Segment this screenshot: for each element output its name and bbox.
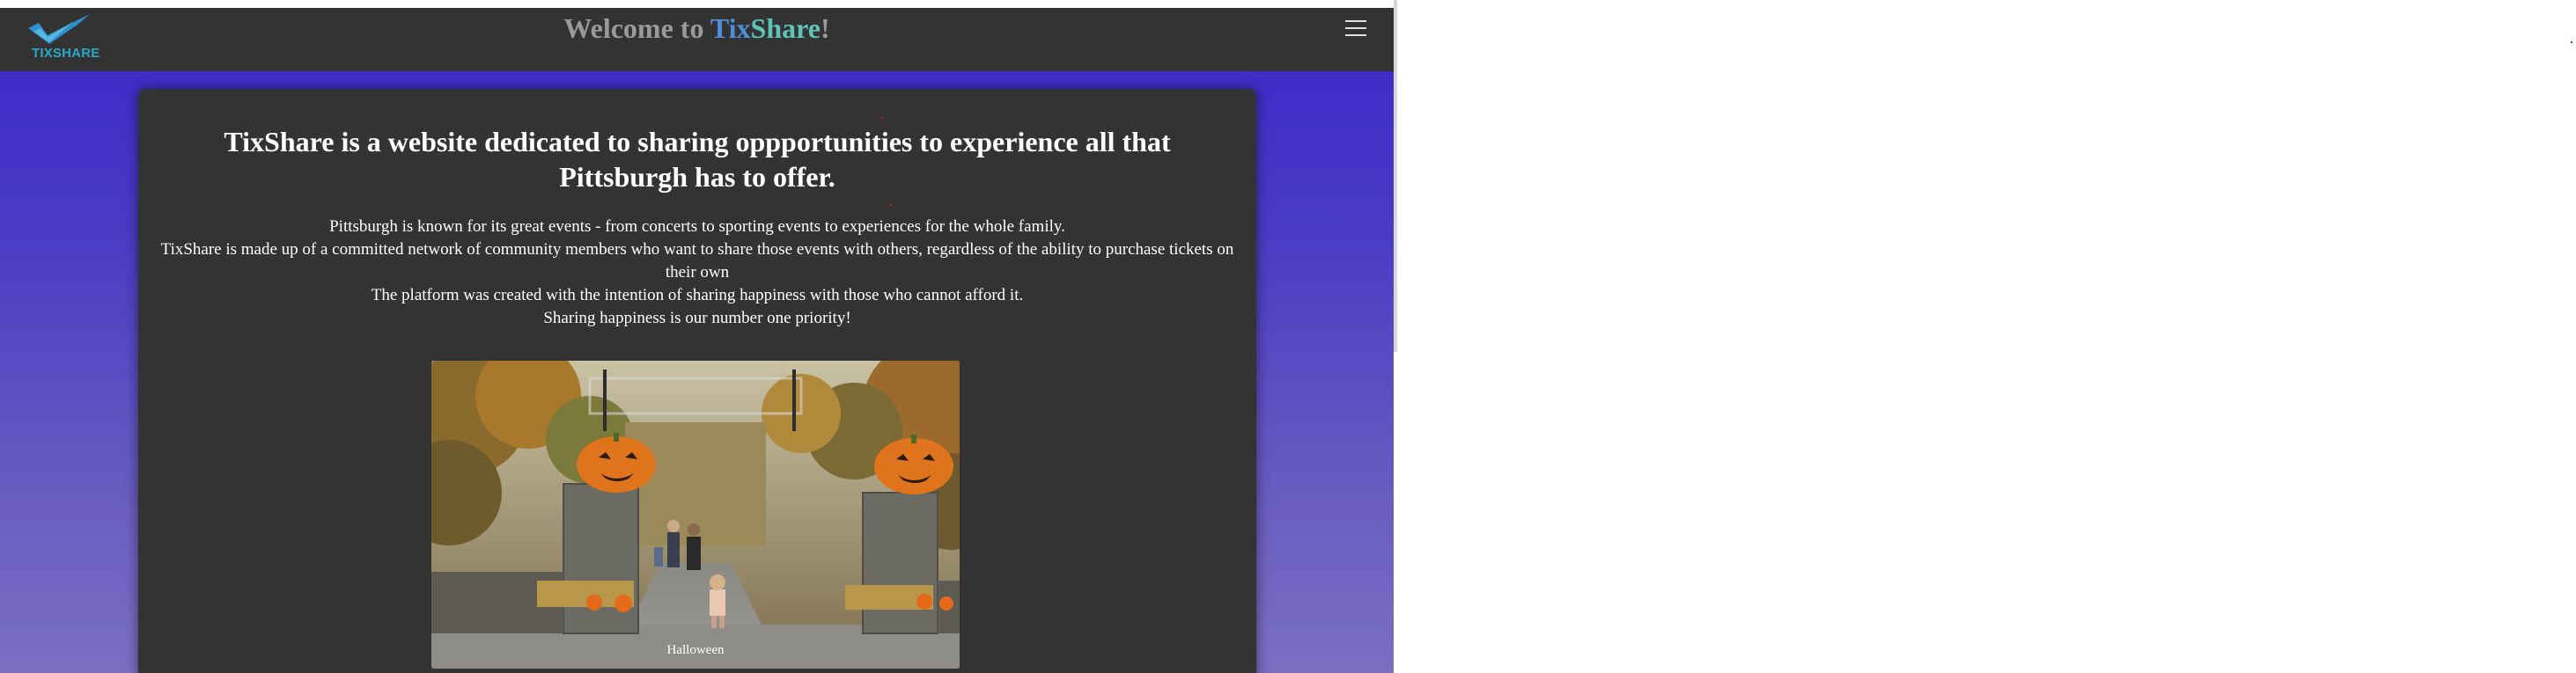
halloween-photo-illustration (431, 361, 960, 669)
paragraph-line: Pittsburgh is known for its great events… (329, 217, 1065, 236)
brand-tix: Tix (710, 12, 751, 44)
page-title: Welcome to TixShare! (0, 10, 1394, 47)
headline: TixShare is a website dedicated to shari… (224, 126, 1171, 193)
content-card: TixShare is a website dedicated to shari… (138, 89, 1256, 673)
welcome-prefix: Welcome to (563, 12, 710, 44)
hamburger-menu-icon[interactable] (1341, 13, 1371, 43)
page-viewport: TIXSHARE Welcome to TixShare! TixShare i… (0, 0, 1394, 673)
stray-pixel (890, 204, 892, 206)
slide-caption: Halloween (666, 643, 725, 657)
logo-text: TIXSHARE (32, 46, 100, 61)
navbar: TIXSHARE Welcome to TixShare! (0, 8, 1394, 71)
paragraph-line: TixShare is made up of a committed netwo… (160, 240, 1234, 282)
stray-pixel (881, 117, 883, 119)
brand-share: Share (750, 12, 821, 44)
slideshow-image[interactable]: Halloween (431, 361, 960, 669)
intro-paragraph: Pittsburgh is known for its great events… (160, 216, 1234, 330)
paragraph-line: Sharing happiness is our number one prio… (543, 309, 851, 327)
top-strip (0, 0, 1394, 8)
stray-pixel (2571, 41, 2572, 43)
paragraph-line: The platform was created with the intent… (371, 286, 1024, 304)
scrollbar[interactable] (1394, 0, 1397, 352)
welcome-suffix: ! (820, 12, 830, 44)
